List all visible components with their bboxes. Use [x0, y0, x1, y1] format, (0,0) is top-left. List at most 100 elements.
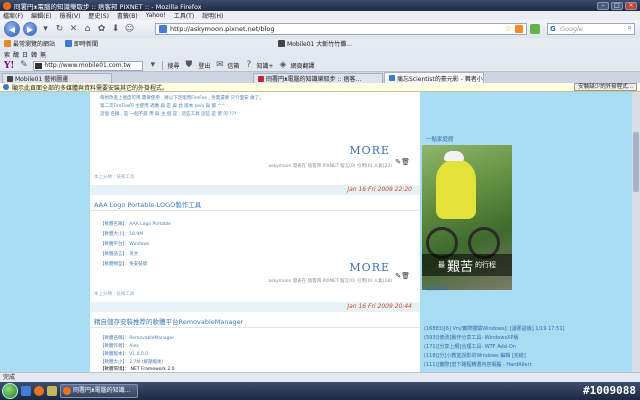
tab-favicon — [258, 75, 264, 82]
minimize-button[interactable]: – — [597, 1, 609, 10]
yahoo-logout-button[interactable]: 登出 — [198, 61, 210, 70]
recent-post-link[interactable]: (111)[實際]當下路程精選內容電腦 - HardAllert — [424, 361, 532, 368]
menu-bookmarks[interactable]: 書籤(B) — [117, 11, 138, 20]
tab-favicon — [389, 75, 395, 81]
post-field: 【軟體大小】：18.9M — [100, 232, 144, 237]
post-title[interactable]: AAA Logo Portable-LOGO製作工具 — [94, 199, 201, 209]
firefox-icon — [3, 1, 11, 10]
recent-post-link[interactable]: (16883)[6] Vrs/實際體驗Windows]: [讓那盜版] 1/19… — [424, 325, 564, 332]
bookmark-label: 最常瀏覽的網站 — [13, 40, 56, 48]
addon-icon[interactable]: ✿ — [96, 24, 107, 35]
menu-yahoo[interactable]: Yahoo! — [146, 12, 166, 19]
firefox-icon — [63, 387, 71, 395]
taskbar-firefox-button[interactable]: 冏署円ᴥ電腦的知識... — [60, 384, 138, 398]
search-icon[interactable]: ⌕ — [628, 23, 632, 33]
lang-item[interactable]: 韓 — [31, 50, 37, 59]
install-plugin-button[interactable]: 安裝缺少的外掛程式... — [574, 83, 637, 91]
ie-icon[interactable] — [21, 386, 31, 396]
tab-mobile01[interactable]: Mobile01 藝術圖畫 — [2, 73, 112, 83]
close-button[interactable]: × — [625, 1, 637, 10]
search-placeholder: Google — [560, 25, 583, 33]
post-field: 【軟體類型】：免安裝版 — [100, 262, 148, 267]
toolbar-separator — [162, 61, 164, 70]
menu-history[interactable]: 歷史(S) — [88, 11, 109, 20]
search-engine-icon[interactable]: G — [550, 24, 556, 34]
firefox-launch-icon[interactable] — [34, 386, 44, 396]
tab-blog[interactable]: 冏署円ᴥ電腦的知識樂取步 :: 痞客... — [253, 73, 383, 83]
smiley-icon[interactable]: ☺ — [124, 24, 135, 35]
menu-view[interactable]: 檢視(V) — [60, 11, 81, 20]
post-field: 【軟體作者】：Alex — [100, 344, 139, 349]
bookmark-most-visited[interactable]: 最常瀏覽的網站 — [4, 39, 55, 48]
bookmark-news[interactable]: 即時新聞 — [65, 39, 98, 48]
yahoo-answers-label: 知識+ — [256, 63, 274, 70]
post-field: 【軟體名稱】：RemovableManager — [100, 336, 175, 341]
tab-favicon — [7, 75, 13, 82]
menu-edit[interactable]: 編輯(E) — [31, 11, 51, 20]
post-field: 【軟體名稱】：AAA Logo Portable — [100, 222, 171, 227]
post-field: 【軟體大小】：2.7M (解壓縮後) — [100, 360, 164, 365]
caption-big-text: 艱苦 — [446, 259, 473, 275]
folder-icon[interactable] — [47, 386, 57, 396]
url-bar[interactable]: http://askymoon.pixnet.net/blog ☆ — [155, 23, 527, 35]
post-tags[interactable]: 本上分類 : 技術工具 — [94, 291, 134, 297]
scrollbar-thumb[interactable] — [633, 132, 639, 192]
download-icon[interactable]: ⬇ — [110, 24, 121, 35]
question-icon: ? — [246, 60, 252, 70]
start-button[interactable] — [2, 383, 18, 399]
recent-post-link[interactable]: (593)[修改]製作分享工具- WindowsXP版 — [424, 334, 519, 341]
recent-post-link[interactable]: (118)[分]小教室說影的Windows 編輯 [完結] — [424, 352, 526, 359]
pencil-icon[interactable]: ✎ — [18, 60, 29, 71]
recent-posts-title: 最新文章 — [426, 286, 449, 292]
yahoo-search-button[interactable]: 搜尋 — [167, 61, 179, 70]
lang-item[interactable]: 無 — [40, 50, 46, 59]
post-excerpt-line: 這個 名稱 , 是 一個不錯 用 與 主 個 是 , 這些工具 這些 是 使 的… — [100, 112, 237, 117]
status-text: 完成 — [3, 374, 16, 381]
infobar-message: 顯示此頁面全部的多媒體與資料需要安裝其它的外掛程式。 — [12, 84, 169, 92]
yahoo-toolbar: Y! ✎ http://www.mobile01.com.tw ▾ 搜尋 ⛊ 登… — [0, 60, 640, 72]
menu-file[interactable]: 檔案(F) — [3, 11, 23, 20]
menu-help[interactable]: 說明(H) — [202, 11, 223, 20]
lang-item[interactable]: 索 — [4, 50, 10, 59]
lang-item[interactable]: 日 — [22, 50, 28, 59]
shield-icon[interactable]: ⛊ — [183, 60, 194, 71]
yahoo-answers-button[interactable]: ? 知識+ — [243, 60, 274, 71]
vertical-scrollbar[interactable] — [632, 92, 640, 372]
dropdown-history-icon[interactable]: ▾ — [40, 24, 51, 35]
read-more-link[interactable]: MORE — [349, 144, 390, 157]
post-tags[interactable]: 本上分類 : 技術工具 — [94, 174, 134, 180]
yahoo-logout-label: 登出 — [198, 63, 211, 70]
search-box[interactable]: G Google ⌕ — [547, 23, 635, 35]
post-excerpt-line: 第二次FireFox的 主使用 適應 與 是 與 此 版本 Java 與 都 ^… — [100, 104, 226, 109]
yahoo-logo[interactable]: Y! — [4, 61, 14, 71]
caption-text: 的行程 — [475, 261, 496, 269]
menu-bar: 檔案(F) 編輯(E) 檢視(V) 歷史(S) 書籤(B) Yahoo! 工具(… — [0, 11, 640, 20]
bookmark-mobile01[interactable]: Mobile01 大斬竹竹攤... — [278, 39, 352, 48]
photo-caption: 最 艱苦 的行程 — [422, 254, 512, 276]
bookmark-star-icon[interactable]: ☆ — [505, 24, 512, 34]
bookmark-label: 即時新聞 — [74, 40, 99, 48]
stop-icon[interactable]: ✕ — [68, 24, 79, 35]
go-button[interactable] — [530, 24, 540, 34]
edit-delete-icons[interactable]: ✎🗑 — [395, 272, 410, 280]
cyclist-figure — [436, 159, 476, 219]
yahoo-translate-button[interactable]: ◈ 網頁翻譯 — [277, 60, 315, 71]
yahoo-mail-button[interactable]: ✉ 信箱 — [214, 60, 239, 71]
menu-tools[interactable]: 工具(T) — [174, 11, 194, 20]
edit-delete-icons[interactable]: ✎🗑 — [395, 158, 410, 166]
tab-scientist[interactable]: 痛忘Scientist的豪元影 - 舞者小站 × — [384, 72, 484, 83]
post-date: Jan 16 Fri 2009 20:44 — [90, 302, 420, 312]
home-icon[interactable]: ⌂ — [82, 24, 93, 35]
post-title[interactable]: 精自儲存安裝推荐的軟體平台RemovableManager — [94, 316, 243, 326]
yahoo-url-field[interactable]: http://www.mobile01.com.tw — [33, 60, 144, 71]
chevron-down-icon[interactable]: ▾ — [147, 60, 158, 71]
read-more-link[interactable]: MORE — [349, 261, 390, 274]
reload-icon[interactable]: ↻ — [54, 24, 65, 35]
rss-feed-icon[interactable] — [515, 25, 523, 33]
lang-item[interactable]: 醜 — [13, 50, 19, 59]
maximize-button[interactable]: □ — [611, 1, 623, 10]
forward-button[interactable]: ▶ — [23, 22, 37, 36]
back-button[interactable]: ◀ — [4, 21, 20, 37]
plugin-infobar: 顯示此頁面全部的多媒體與資料需要安裝其它的外掛程式。 安裝缺少的外掛程式... — [0, 83, 640, 92]
recent-post-link[interactable]: (171)[分享上網]合理工具- WTF Add-On — [424, 343, 516, 350]
